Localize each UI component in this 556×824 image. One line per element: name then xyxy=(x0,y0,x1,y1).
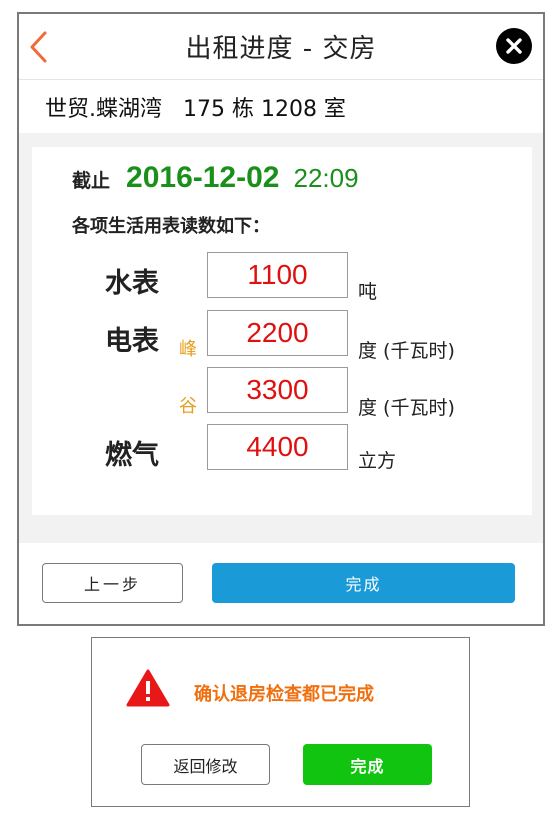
electric-valley-input[interactable]: 3300 xyxy=(207,367,348,413)
confirm-dialog: 确认退房检查都已完成 返回修改 完成 xyxy=(91,637,470,807)
water-meter-input[interactable]: 1100 xyxy=(207,252,348,298)
peak-label: 峰 xyxy=(179,339,197,360)
close-button[interactable] xyxy=(496,28,532,64)
chevron-left-icon xyxy=(30,31,47,63)
close-icon xyxy=(506,38,522,54)
cutoff-label: 截止 xyxy=(72,170,111,192)
back-button[interactable] xyxy=(25,29,55,65)
water-unit: 吨 xyxy=(358,281,378,303)
water-meter-label: 水表 xyxy=(105,268,159,299)
instruction-text: 各项生活用表读数如下： xyxy=(72,216,270,237)
property-address: 世贸.蝶湖湾 175 栋 1208 室 xyxy=(19,81,543,133)
warning-icon xyxy=(126,669,170,707)
cutoff-row: 截止 2016-12-02 22:09 xyxy=(72,161,359,201)
confirm-message: 确认退房检查都已完成 xyxy=(194,684,374,705)
electric-valley-unit: 度 (千瓦时) xyxy=(358,397,455,419)
page-title: 出租进度 - 交房 xyxy=(185,34,377,64)
confirm-done-button[interactable]: 完成 xyxy=(303,744,432,785)
handover-screen: 出租进度 - 交房 世贸.蝶湖湾 175 栋 1208 室 截止 2016-12… xyxy=(17,12,545,626)
electric-meter-label: 电表 xyxy=(105,326,159,357)
meter-reading-card: 截止 2016-12-02 22:09 各项生活用表读数如下： 水表 1100 … xyxy=(32,147,532,515)
electric-peak-unit: 度 (千瓦时) xyxy=(358,340,455,362)
prev-step-button[interactable]: 上一步 xyxy=(42,563,183,603)
valley-label: 谷 xyxy=(179,396,197,417)
address-text: 世贸.蝶湖湾 175 栋 1208 室 xyxy=(45,97,346,122)
gas-meter-label: 燃气 xyxy=(105,440,159,471)
header-bar: 出租进度 - 交房 xyxy=(19,14,543,80)
cutoff-time: 22:09 xyxy=(293,163,359,193)
content-area: 截止 2016-12-02 22:09 各项生活用表读数如下： 水表 1100 … xyxy=(19,133,543,543)
done-button[interactable]: 完成 xyxy=(212,563,515,603)
back-to-modify-button[interactable]: 返回修改 xyxy=(141,744,270,785)
gas-unit: 立方 xyxy=(358,450,397,472)
electric-peak-input[interactable]: 2200 xyxy=(207,310,348,356)
gas-meter-input[interactable]: 4400 xyxy=(207,424,348,470)
cutoff-date: 2016-12-02 xyxy=(126,161,280,194)
